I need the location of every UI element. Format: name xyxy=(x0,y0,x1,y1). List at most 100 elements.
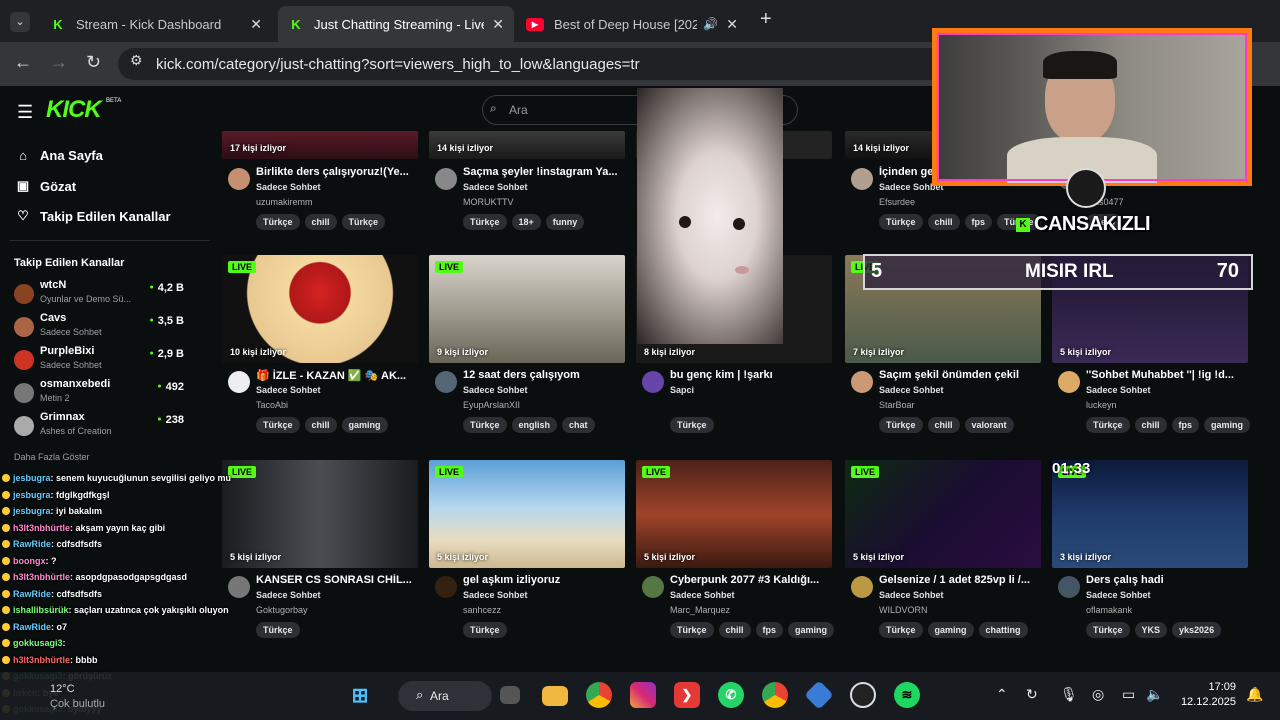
microphone-icon[interactable]: 🎙 xyxy=(1060,686,1078,703)
tag-chip[interactable]: Türkçe xyxy=(879,622,923,638)
followed-channel[interactable]: wtcN Oyunlar ve Demo Sü... 4,2 B xyxy=(14,279,184,309)
tag-chip[interactable]: Türkçe xyxy=(670,622,714,638)
tag-chip[interactable]: gaming xyxy=(788,622,835,638)
tag-chip[interactable]: Türkçe xyxy=(879,214,923,230)
taskbar-search[interactable]: Ara xyxy=(398,681,492,711)
avatar[interactable] xyxy=(228,168,250,190)
tag-chip[interactable]: chill xyxy=(927,214,960,230)
stream-card[interactable]: LIVE 5 kişi izliyor Gelsenize / 1 adet 825… xyxy=(845,460,1041,650)
nav-following[interactable]: ♡ Takip Edilen Kanallar xyxy=(14,208,170,224)
chat-username[interactable]: h3lt3nbhürtle xyxy=(13,572,70,582)
channel-name[interactable]: EyupArslanXII xyxy=(463,400,520,410)
tab-list-dropdown-icon[interactable]: ⌄ xyxy=(10,12,30,32)
obs-icon[interactable] xyxy=(850,682,876,708)
tag-chip[interactable]: Türkçe xyxy=(463,214,507,230)
followed-channel[interactable]: osmanxebedi Metin 2 492 xyxy=(14,378,184,408)
stream-title[interactable]: Gelsenize / 1 adet 825vp li /... xyxy=(879,574,1039,586)
avatar[interactable] xyxy=(851,371,873,393)
stream-title[interactable]: ''Sohbet Muhabbet ''| !ig !d... xyxy=(1086,369,1246,381)
tag-chip[interactable]: YKS xyxy=(1134,622,1168,638)
avatar[interactable] xyxy=(1058,576,1080,598)
stream-card[interactable]: LIVE 5 kişi izliyor KANSER CS SONRASI CHİL… xyxy=(222,460,418,650)
whatsapp-icon[interactable]: ✆ xyxy=(718,682,744,708)
tag-chip[interactable]: valorant xyxy=(964,417,1014,433)
avatar[interactable] xyxy=(435,168,457,190)
taskbar-clock[interactable]: 17:09 12.12.2025 xyxy=(1176,681,1236,708)
chat-username[interactable]: jesbugra xyxy=(13,490,51,500)
avatar[interactable] xyxy=(642,371,664,393)
nav-browse[interactable]: ▣ Gözat xyxy=(14,178,76,194)
kick-logo[interactable]: KICK xyxy=(46,96,102,124)
app-icon[interactable]: ❯ xyxy=(674,682,700,708)
stream-card[interactable]: LIVE 9 kişi izliyor 12 saat ders çalışıyom… xyxy=(429,255,625,445)
tag-chip[interactable]: fps xyxy=(964,214,993,230)
chat-username[interactable]: ishallibsürük xyxy=(13,605,69,615)
channel-name[interactable]: luckeyn xyxy=(1086,400,1117,410)
stream-title[interactable]: 12 saat ders çalışıyom xyxy=(463,369,623,381)
close-tab-icon[interactable]: ✕ xyxy=(250,16,262,33)
tag-chip[interactable]: Türkçe xyxy=(670,417,714,433)
stream-card[interactable]: 17 kişi izliyor Birlikte ders çalışıyoruz… xyxy=(222,131,418,242)
tag-chip[interactable]: gaming xyxy=(1204,417,1251,433)
channel-name[interactable]: oflamakank xyxy=(1086,605,1132,615)
tab-kick-dashboard[interactable]: K Stream - Kick Dashboard ✕ xyxy=(40,6,272,42)
tag-chip[interactable]: chill xyxy=(718,622,751,638)
location-icon[interactable]: ◎ xyxy=(1092,686,1104,703)
close-tab-icon[interactable]: ✕ xyxy=(492,16,504,33)
audio-playing-icon[interactable]: 🔊 xyxy=(703,17,718,31)
file-explorer-icon[interactable] xyxy=(542,686,568,706)
stream-title[interactable]: Saçım şekil önümden çekil xyxy=(879,369,1039,381)
chat-username[interactable]: RawRide xyxy=(13,539,51,549)
tag-chip[interactable]: Türkçe xyxy=(463,622,507,638)
tag-chip[interactable]: chat xyxy=(562,417,595,433)
stream-title[interactable]: 🎁 İZLE - KAZAN ✅ 🎭 AK... xyxy=(256,369,416,382)
task-view-icon[interactable] xyxy=(500,686,520,704)
avatar[interactable] xyxy=(851,576,873,598)
tag-chip[interactable]: Türkçe xyxy=(256,622,300,638)
tag-chip[interactable]: fps xyxy=(1171,417,1200,433)
chrome-active-icon[interactable] xyxy=(762,682,788,708)
url-field[interactable]: kick.com/category/just-chatting?sort=vie… xyxy=(118,48,978,80)
chat-username[interactable]: gokkusagi3 xyxy=(13,638,63,648)
close-tab-icon[interactable]: ✕ xyxy=(726,16,738,33)
tag-chip[interactable]: chill xyxy=(927,417,960,433)
stream-title[interactable]: KANSER CS SONRASI CHİL... xyxy=(256,574,416,586)
chat-username[interactable]: boongx xyxy=(13,556,46,566)
stream-title[interactable]: gel aşkım izliyoruz xyxy=(463,574,623,586)
site-settings-icon[interactable]: ⚙ xyxy=(130,52,143,69)
stream-card[interactable]: LIVE 5 kişi izliyor gel aşkım izliyoruz Sad… xyxy=(429,460,625,650)
tag-chip[interactable]: Türkçe xyxy=(1086,622,1130,638)
tag-chip[interactable]: Türkçe xyxy=(256,417,300,433)
channel-name[interactable]: sanhcezz xyxy=(463,605,501,615)
stream-thumbnail[interactable]: LIVE 5 kişi izliyor xyxy=(845,460,1041,568)
stream-title[interactable]: Saçma şeyler !instagram Ya... xyxy=(463,166,623,178)
tag-chip[interactable]: Türkçe xyxy=(1086,417,1130,433)
channel-name[interactable]: uzumakiremm xyxy=(256,197,313,207)
channel-name[interactable]: TacoAbi xyxy=(256,400,288,410)
stream-thumbnail[interactable]: LIVE 5 kişi izliyor xyxy=(429,460,625,568)
avatar[interactable] xyxy=(435,371,457,393)
followed-channel[interactable]: Cavs Sadece Sohbet 3,5 B xyxy=(14,312,184,342)
tag-chip[interactable]: Türkçe xyxy=(879,417,923,433)
notification-icon[interactable]: 🔔 xyxy=(1246,686,1263,703)
stream-thumbnail[interactable]: 14 kişi izliyor xyxy=(429,131,625,159)
stream-card[interactable]: 14 kişi izliyor Saçma şeyler !instagram Y… xyxy=(429,131,625,242)
volume-icon[interactable]: 🔈 xyxy=(1146,686,1163,703)
stream-card[interactable]: LIVE 3 kişi izliyor Ders çalış hadi Sadece … xyxy=(1052,460,1248,650)
stream-thumbnail[interactable]: LIVE 10 kişi izliyor xyxy=(222,255,418,363)
tag-chip[interactable]: 18+ xyxy=(511,214,541,230)
tag-chip[interactable]: chill xyxy=(304,417,337,433)
tag-chip[interactable]: Türkçe xyxy=(341,214,386,230)
stream-thumbnail[interactable]: LIVE 5 kişi izliyor xyxy=(222,460,418,568)
weather-temp[interactable]: 12°C xyxy=(50,683,75,695)
avatar[interactable] xyxy=(228,371,250,393)
weather-text[interactable]: Çok bulutlu xyxy=(50,698,105,710)
channel-name[interactable]: Goktugorbay xyxy=(256,605,308,615)
tag-chip[interactable]: fps xyxy=(755,622,784,638)
tag-chip[interactable]: chill xyxy=(304,214,337,230)
tag-chip[interactable]: chatting xyxy=(978,622,1028,638)
chat-username[interactable]: RawRide xyxy=(13,622,51,632)
followed-channel[interactable]: Grimnax Ashes of Creation 238 xyxy=(14,411,184,441)
sync-icon[interactable]: ↻ xyxy=(1026,686,1038,703)
spotify-icon[interactable]: ≋ xyxy=(894,682,920,708)
